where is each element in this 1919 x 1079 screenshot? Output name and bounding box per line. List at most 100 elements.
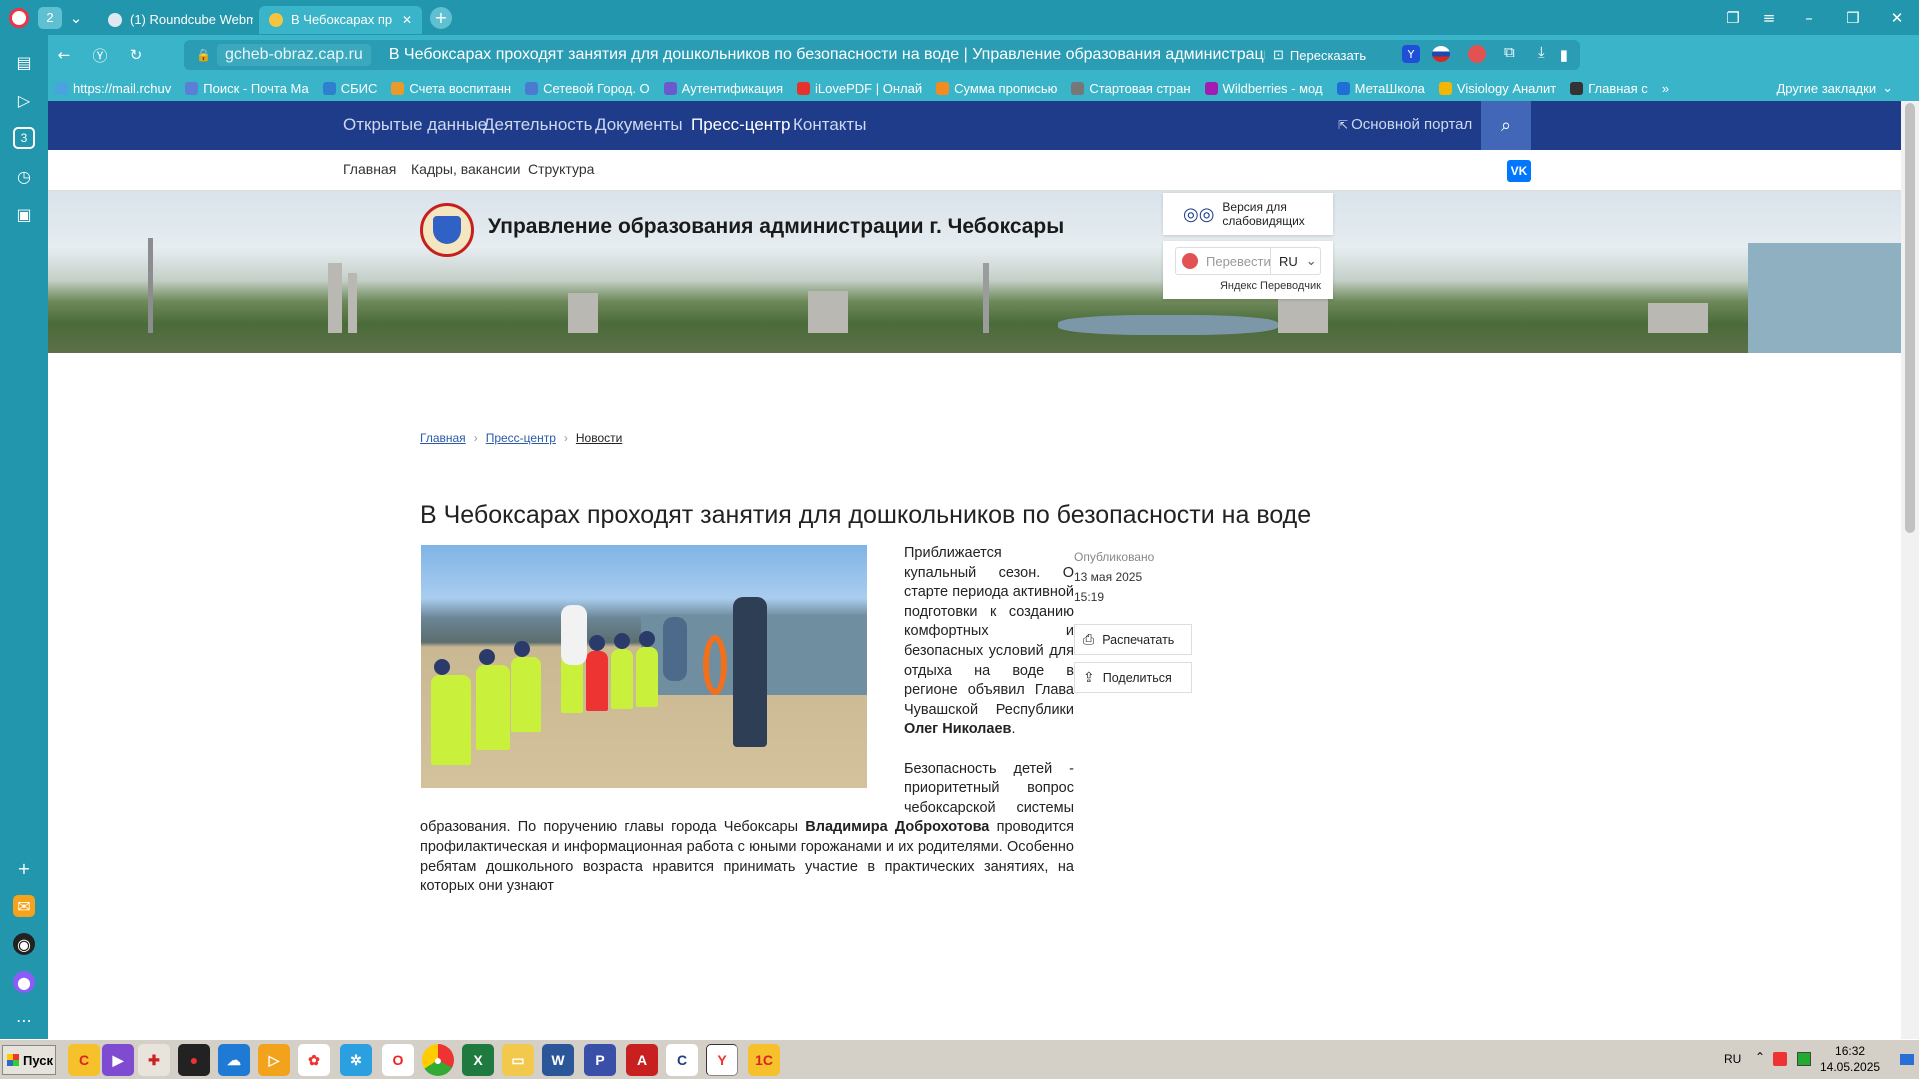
app-icon-excel[interactable]: X — [462, 1044, 494, 1076]
app-icon-cbrowser[interactable]: C — [666, 1044, 698, 1076]
bookmarks-overflow-icon[interactable]: » — [1655, 81, 1676, 96]
app-icon-recorder[interactable]: ● — [178, 1044, 210, 1076]
published-time: 15:19 — [1074, 590, 1105, 604]
extensions-icon[interactable]: ⧉ — [1504, 43, 1515, 61]
mail-app-icon[interactable]: ✉ — [13, 895, 35, 917]
tab-roundcube[interactable]: (1) Roundcube Webmail :: — [98, 6, 253, 34]
windows-taskbar: Пуск С ▶ ✚ ● ☁ ▷ ✿ ✲ O ● X ▭ W P A C Y 1… — [0, 1039, 1919, 1079]
bookmark-item[interactable]: Главная с — [1563, 81, 1655, 96]
bookmark-item[interactable]: Сумма прописью — [929, 81, 1064, 96]
city-emblem-icon[interactable] — [420, 203, 474, 257]
page-scrollbar[interactable] — [1901, 101, 1919, 1039]
menu-icon[interactable]: ≡ — [1751, 9, 1787, 27]
app-icon-chrome[interactable]: ● — [422, 1044, 454, 1076]
nav-contacts[interactable]: Контакты — [793, 115, 866, 135]
tray-expand-icon[interactable]: ⌃ — [1755, 1050, 1765, 1064]
maximize-button[interactable]: ❒ — [1831, 9, 1875, 27]
tab-current[interactable]: В Чебоксарах проходят ✕ — [259, 5, 422, 34]
close-window-button[interactable]: ✕ — [1875, 9, 1919, 27]
app-icon-word[interactable]: W — [542, 1044, 574, 1076]
scrollbar-thumb[interactable] — [1905, 103, 1915, 533]
main-portal-link[interactable]: ⇱ Основной портал — [1338, 116, 1472, 133]
subnav-home[interactable]: Главная — [343, 161, 396, 177]
bookmark-item[interactable]: Поиск - Почта Ма — [178, 81, 316, 96]
subnav-structure[interactable]: Структура — [528, 161, 594, 177]
app-icon-acrobat[interactable]: A — [626, 1044, 658, 1076]
bookmark-item[interactable]: СБИС — [316, 81, 385, 96]
low-vision-button[interactable]: ◎◎ Версия для слабовидящих — [1163, 193, 1333, 235]
bookmark-item[interactable]: Счета воспитанн — [384, 81, 518, 96]
bookmark-item[interactable]: iLovePDF | Онлай — [790, 81, 929, 96]
breadcrumb-current[interactable]: Новости — [576, 431, 622, 445]
bookmark-manager-icon[interactable]: ❐ — [1715, 9, 1751, 27]
new-tab-button[interactable]: + — [430, 6, 452, 29]
back-icon[interactable]: ← — [52, 46, 76, 64]
flag-ext-icon[interactable] — [1432, 46, 1450, 62]
tray-monitor-icon[interactable] — [1797, 1052, 1811, 1066]
retell-button[interactable]: ⊡ Пересказать — [1265, 43, 1385, 67]
nav-documents[interactable]: Документы — [595, 115, 683, 135]
breadcrumb-home[interactable]: Главная — [420, 431, 466, 445]
tray-language[interactable]: RU — [1724, 1052, 1741, 1066]
nav-press-center[interactable]: Пресс-центр — [691, 115, 790, 135]
bookmark-item[interactable]: Стартовая стран — [1064, 81, 1197, 96]
music-app-icon[interactable]: ◉ — [13, 933, 35, 955]
yandex-icon[interactable]: Ⓨ — [88, 45, 112, 66]
nav-open-data[interactable]: Открытые данные — [343, 115, 487, 135]
app-icon-folder[interactable]: ▭ — [502, 1044, 534, 1076]
breadcrumb-press[interactable]: Пресс-центр — [486, 431, 556, 445]
app-icon-player[interactable]: ▷ — [258, 1044, 290, 1076]
bookmark-item[interactable]: Сетевой Город. О — [518, 81, 657, 96]
app-icon-pfr[interactable]: ✚ — [138, 1044, 170, 1076]
more-icon[interactable]: ⋯ — [13, 1009, 35, 1031]
assistant-icon[interactable]: ● — [13, 971, 35, 993]
app-icon-sbis[interactable]: С — [68, 1044, 100, 1076]
download-icon[interactable]: ⤓ — [1538, 43, 1545, 61]
nav-activity[interactable]: Деятельность — [483, 115, 592, 135]
subnav-vacancies[interactable]: Кадры, вакансии — [411, 161, 520, 177]
bookmark-favicon-icon — [1438, 81, 1452, 95]
language-select[interactable]: RU ⌄ — [1271, 247, 1321, 275]
app-icon-photos[interactable]: ✿ — [298, 1044, 330, 1076]
bookmark-item[interactable]: Visiology Аналит — [1432, 81, 1563, 96]
app-icon-vs[interactable]: ▶ — [102, 1044, 134, 1076]
history-icon[interactable]: ◷ — [13, 165, 35, 187]
bookmark-item[interactable]: https://mail.rchuv — [48, 81, 178, 96]
vk-icon[interactable]: VK — [1507, 160, 1531, 182]
bookmark-icon[interactable]: ▮ — [1560, 46, 1568, 64]
profile-ext-icon[interactable] — [1468, 45, 1486, 63]
app-icon-network[interactable]: ✲ — [340, 1044, 372, 1076]
minimize-button[interactable]: – — [1787, 9, 1831, 27]
collections-icon[interactable]: ▤ — [13, 51, 35, 73]
share-button[interactable]: ⇪ Поделиться — [1074, 662, 1192, 693]
app-icon-pdf-editor[interactable]: P — [584, 1044, 616, 1076]
app-icon-opera[interactable]: O — [382, 1044, 414, 1076]
bookmark-item[interactable]: МетаШкола — [1330, 81, 1432, 96]
yandex-ext-icon[interactable]: Y — [1402, 45, 1420, 63]
chevron-down-icon[interactable]: ⌄ — [62, 9, 90, 27]
reload-icon[interactable]: ↻ — [124, 46, 148, 64]
taskbar-clock[interactable]: 16:32 14.05.2025 — [1820, 1043, 1880, 1075]
translate-button[interactable]: Перевести — [1175, 247, 1271, 275]
bookmark-favicon-icon — [663, 81, 677, 95]
bookmark-item[interactable]: Wildberries - мод — [1198, 81, 1330, 96]
lock-icon[interactable]: 🔒 — [196, 48, 211, 62]
camera-icon[interactable]: ▣ — [13, 203, 35, 225]
close-icon[interactable]: ✕ — [402, 13, 412, 27]
app-icon-1c[interactable]: 1С — [748, 1044, 780, 1076]
print-button[interactable]: ⎙ Распечатать — [1074, 624, 1192, 655]
app-icon-cloud[interactable]: ☁ — [218, 1044, 250, 1076]
search-button[interactable]: ⌕ — [1481, 101, 1531, 150]
browser-logo-icon[interactable] — [0, 0, 38, 35]
play-icon[interactable]: ▷ — [13, 89, 35, 111]
vision-label-line2: слабовидящих — [1222, 214, 1305, 228]
tray-app-icon[interactable] — [1773, 1052, 1787, 1066]
bookmark-item[interactable]: Аутентификация — [657, 81, 790, 96]
tab-counter[interactable]: 2 — [38, 6, 62, 29]
notifications-icon[interactable] — [1900, 1054, 1914, 1065]
start-button[interactable]: Пуск — [2, 1045, 56, 1075]
add-icon[interactable]: + — [13, 857, 35, 879]
counter-icon[interactable]: 3 — [13, 127, 35, 149]
app-icon-yandex[interactable]: Y — [706, 1044, 738, 1076]
other-bookmarks[interactable]: Другие закладки ⌄ — [1769, 80, 1919, 96]
